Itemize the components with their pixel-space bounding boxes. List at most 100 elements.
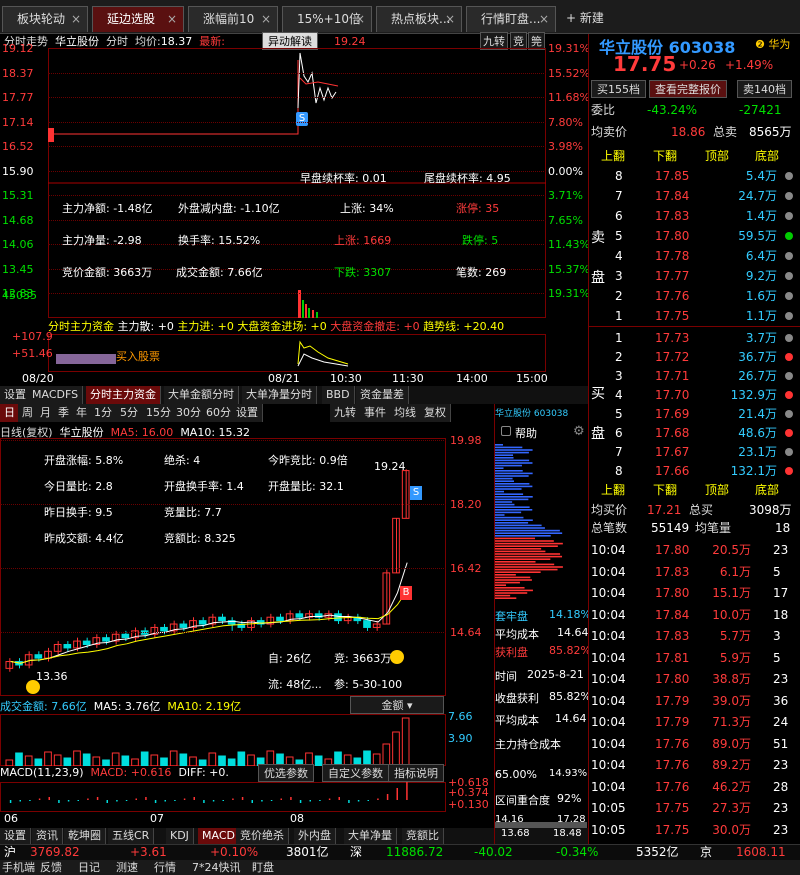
kline-tool-button[interactable]: 事件 (360, 404, 391, 422)
indicator-tab[interactable]: 设置 (0, 828, 31, 844)
macd-bar (67, 800, 70, 802)
s-marker-icon: S (296, 112, 308, 126)
bottom-tool-button[interactable]: 日记 (78, 860, 100, 875)
full-quote-button[interactable]: 查看完整报价 (649, 80, 727, 98)
page-up-button[interactable]: 上翻 (601, 480, 625, 500)
close-icon[interactable]: × (355, 7, 365, 31)
help-label[interactable]: 帮助 (515, 425, 537, 441)
ask-row[interactable]: 5 17.80 59.5万 (589, 226, 800, 246)
ask-row[interactable]: 7 17.84 24.7万 (589, 186, 800, 206)
close-icon[interactable]: × (167, 7, 177, 31)
indicator-tab[interactable]: 大单净量 (344, 828, 397, 844)
period-tab[interactable]: 5分 (116, 404, 143, 422)
bid-row[interactable]: 4 17.70 132.9万 (589, 385, 800, 405)
tick-price: 17.80 (655, 586, 690, 600)
indicator-help-button[interactable]: 指标说明 (388, 764, 444, 782)
tab-board-rotation[interactable]: 板块轮动 × (2, 6, 88, 32)
subtab[interactable]: 资金量差 (356, 386, 409, 404)
ask-row[interactable]: 2 17.76 1.6万 (589, 286, 800, 306)
top-button[interactable]: 顶部 (705, 480, 729, 500)
subtab[interactable]: MACDFS (28, 386, 84, 404)
period-tab[interactable]: 年 (72, 404, 92, 422)
bottom-button[interactable]: 底部 (755, 146, 779, 166)
close-icon[interactable]: × (539, 7, 549, 31)
bottom-tool-button[interactable]: 反馈 (40, 860, 62, 875)
new-tab-button[interactable]: + 新建 (560, 6, 610, 32)
ask-depth-button[interactable]: 卖140档 (737, 80, 792, 98)
subtab[interactable]: 分时主力资金 (86, 386, 161, 404)
bid-volume: 132.9万 (730, 388, 777, 402)
kline-tool-button[interactable]: 九转 (330, 404, 361, 422)
bottom-tool-button[interactable]: 行情 (154, 860, 176, 875)
period-tab[interactable]: 月 (36, 404, 56, 422)
subtab[interactable]: BBD (322, 386, 355, 404)
period-tab[interactable]: 15分 (142, 404, 176, 422)
macd-bar (319, 800, 321, 801)
bid-row[interactable]: 7 17.67 23.1万 (589, 442, 800, 462)
macd-header: MACD(11,23,9) MACD: +0.616 DIFF: +0. (0, 766, 229, 779)
ask-row[interactable]: 1 17.75 1.1万 (589, 306, 800, 326)
tab-hot-sector[interactable]: 热点板块... × (376, 6, 462, 32)
bid-row[interactable]: 5 17.69 21.4万 (589, 404, 800, 424)
optimal-params-button[interactable]: 优选参数 (258, 764, 314, 782)
bid-row[interactable]: 6 17.68 48.6万 (589, 423, 800, 443)
help-icon[interactable] (501, 426, 511, 436)
period-tab[interactable]: 30分 (172, 404, 206, 422)
bid-depth-button[interactable]: 买155档 (591, 80, 646, 98)
indicator-tab[interactable]: KDJ (166, 828, 194, 844)
period-tab[interactable]: 60分 (202, 404, 236, 422)
period-tab[interactable]: 设置 (232, 404, 263, 422)
gear-icon[interactable]: ⚙ (573, 424, 585, 439)
macd-bar (406, 782, 408, 800)
tick-count: 17 (773, 586, 789, 600)
subtab[interactable]: 大单净量分时 (242, 386, 317, 404)
period-tab[interactable]: 季 (54, 404, 74, 422)
indicator-tab[interactable]: 资讯 (32, 828, 63, 844)
subtab[interactable]: 设置 (0, 386, 31, 404)
sz-label: 深 (350, 845, 363, 859)
subtab[interactable]: 大单金额分时 (164, 386, 239, 404)
bid-row[interactable]: 1 17.73 3.7万 (589, 328, 800, 348)
indicator-tab[interactable]: 竞额比 (402, 828, 444, 844)
chip-bar (495, 506, 530, 508)
amount-select[interactable]: 金额 ▾ (350, 696, 444, 714)
tab-yanbian[interactable]: 延边选股 × (92, 6, 184, 32)
kline-tool-button[interactable]: 均线 (390, 404, 421, 422)
tab-market-watch[interactable]: 行情盯盘... × (466, 6, 556, 32)
ask-row[interactable]: 4 17.78 6.4万 (589, 246, 800, 266)
price-line (297, 52, 337, 109)
bottom-tool-button[interactable]: 测速 (116, 860, 138, 875)
bottom-tool-button[interactable]: 7*24快讯 (192, 860, 241, 875)
bottom-tool-button[interactable]: 手机端 (2, 860, 35, 875)
page-down-button[interactable]: 下翻 (653, 480, 677, 500)
indicator-tab[interactable]: MACD (198, 828, 240, 844)
custom-params-button[interactable]: 自定义参数 (322, 764, 389, 782)
indicator-tab[interactable]: 乾坤圈 (64, 828, 106, 844)
tab-top10[interactable]: 涨幅前10 × (188, 6, 278, 32)
close-icon[interactable]: × (71, 7, 81, 31)
ask-row[interactable]: 3 17.77 9.2万 (589, 266, 800, 286)
period-tab[interactable]: 日 (0, 404, 20, 422)
tick-time: 10:04 (591, 736, 626, 751)
indicator-tab[interactable]: 竞价绝杀 (236, 828, 289, 844)
bid-row[interactable]: 3 17.71 26.7万 (589, 366, 800, 386)
period-tab[interactable]: 1分 (90, 404, 117, 422)
close-icon[interactable]: × (261, 7, 271, 31)
amount-bar (160, 757, 168, 766)
ask-row[interactable]: 6 17.83 1.4万 (589, 206, 800, 226)
page-up-button[interactable]: 上翻 (601, 146, 625, 166)
close-icon[interactable]: × (445, 7, 455, 31)
top-button[interactable]: 顶部 (705, 146, 729, 166)
tab-15pct[interactable]: 15%+10倍 × (282, 6, 372, 32)
period-tab[interactable]: 周 (18, 404, 38, 422)
kline-tool-button[interactable]: 复权 (420, 404, 451, 422)
indicator-tab[interactable]: 外内盘 (294, 828, 336, 844)
bottom-button[interactable]: 底部 (755, 480, 779, 500)
bid-row[interactable]: 2 17.72 36.7万 (589, 347, 800, 367)
bid-row[interactable]: 8 17.66 132.1万 (589, 461, 800, 481)
candle-body (82, 640, 91, 645)
page-down-button[interactable]: 下翻 (653, 146, 677, 166)
ask-row[interactable]: 8 17.85 5.4万 (589, 166, 800, 186)
indicator-tab[interactable]: 五线CR (108, 828, 155, 844)
bottom-tool-button[interactable]: 盯盘 (252, 860, 274, 875)
